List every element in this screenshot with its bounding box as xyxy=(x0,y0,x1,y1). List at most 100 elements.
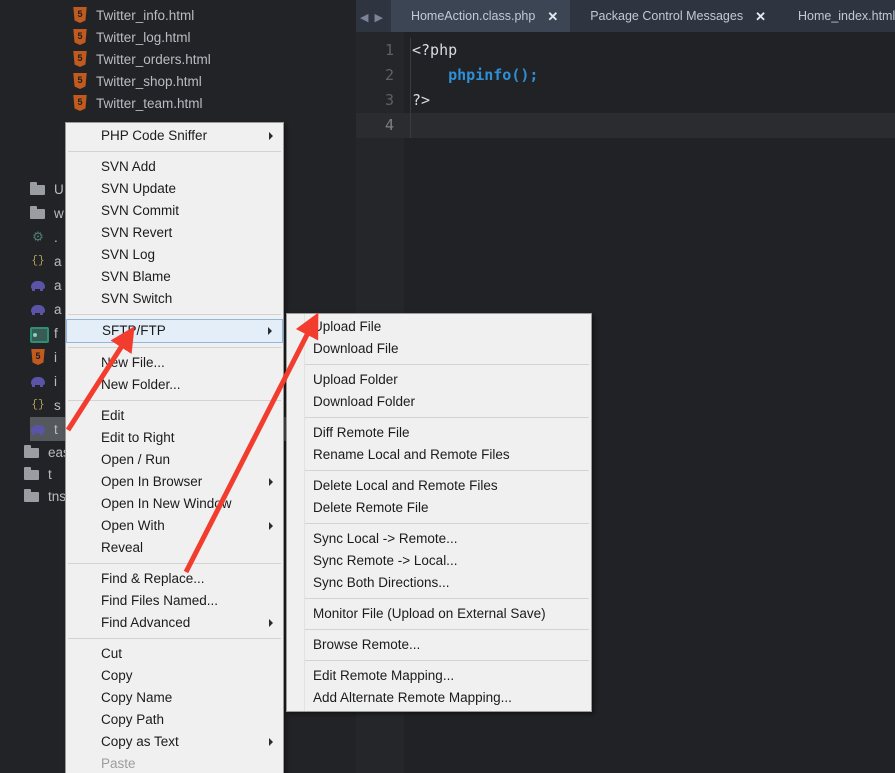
menu-item[interactable]: Open / Run xyxy=(66,449,283,471)
list-item[interactable]: Twitter_log.html xyxy=(72,26,356,48)
list-item[interactable]: Twitter_team.html xyxy=(72,92,356,114)
menu-item[interactable]: Reveal xyxy=(66,537,283,559)
menu-item-label: Rename Local and Remote Files xyxy=(313,447,510,462)
chevron-right-icon xyxy=(269,619,273,627)
editor-tabs[interactable]: HomeAction.class.php ✕ Package Control Mes… xyxy=(390,0,895,32)
editor-tab-bar[interactable]: ◀ ▶ HomeAction.class.php ✕ Package Control… xyxy=(356,0,895,32)
menu-item[interactable]: Download File xyxy=(287,338,591,360)
tab-close-icon[interactable]: ✕ xyxy=(755,10,766,23)
editor-tab[interactable]: Package Control Messages ✕ xyxy=(570,0,778,32)
menu-item-label: Copy Path xyxy=(101,712,165,727)
menu-item[interactable]: New File... xyxy=(66,352,283,374)
menu-item[interactable]: Open In Browser xyxy=(66,471,283,493)
menu-item[interactable]: SVN Commit xyxy=(66,200,283,222)
menu-item[interactable]: SVN Revert xyxy=(66,222,283,244)
menu-item-label: Copy Name xyxy=(101,690,173,705)
html5-icon xyxy=(73,7,87,23)
menu-item-label: Delete Local and Remote Files xyxy=(313,478,498,493)
menu-item[interactable]: Copy Name xyxy=(66,687,283,709)
code-line[interactable]: <?php xyxy=(404,38,895,63)
folder-icon xyxy=(30,205,46,221)
menu-item[interactable]: New Folder... xyxy=(66,374,283,396)
menu-item[interactable]: Find Advanced xyxy=(66,612,283,634)
sftp-ftp-submenu[interactable]: Upload File Download File Upload Folder Dow… xyxy=(286,313,592,712)
list-item[interactable]: Twitter_info.html xyxy=(72,4,356,26)
menu-item[interactable]: Upload File xyxy=(287,316,591,338)
menu-item-label: Upload Folder xyxy=(313,372,398,387)
menu-item[interactable]: Browse Remote... xyxy=(287,634,591,656)
tab-next-arrow-icon[interactable]: ▶ xyxy=(374,13,382,24)
menu-item[interactable]: Monitor File (Upload on External Save) xyxy=(287,603,591,625)
file-name-label: s xyxy=(54,397,61,413)
tab-label: Home_index.html xyxy=(797,9,895,23)
menu-item[interactable]: Edit to Right xyxy=(66,427,283,449)
context-menu[interactable]: PHP Code Sniffer SVN Add SVN Update SVN Com… xyxy=(65,122,284,773)
php-icon xyxy=(30,421,46,437)
menu-item[interactable]: Upload Folder xyxy=(287,369,591,391)
folder-icon xyxy=(24,466,40,482)
menu-item[interactable]: Find Files Named... xyxy=(66,590,283,612)
chevron-right-icon xyxy=(269,738,273,746)
menu-item[interactable]: Open In New Window xyxy=(66,493,283,515)
menu-separator xyxy=(68,563,281,564)
menu-item-label: Upload File xyxy=(313,319,382,334)
menu-item[interactable]: SVN Add xyxy=(66,156,283,178)
menu-item-label: Edit xyxy=(101,408,125,423)
menu-item-label: New File... xyxy=(101,355,165,370)
menu-separator xyxy=(289,598,589,599)
gear-icon: ⚙ xyxy=(32,229,44,244)
menu-item[interactable]: Sync Remote -> Local... xyxy=(287,550,591,572)
menu-item[interactable]: Copy xyxy=(66,665,283,687)
file-name-label: a xyxy=(54,301,62,317)
menu-item[interactable]: Copy Path xyxy=(66,709,283,731)
menu-item[interactable]: SVN Log xyxy=(66,244,283,266)
menu-item[interactable]: Add Alternate Remote Mapping... xyxy=(287,687,591,709)
menu-item[interactable]: PHP Code Sniffer xyxy=(66,125,283,147)
menu-item[interactable]: Copy as Text xyxy=(66,731,283,753)
menu-item[interactable]: SFTP/FTP xyxy=(66,319,283,343)
menu-item[interactable]: Sync Local -> Remote... xyxy=(287,528,591,550)
menu-item[interactable]: SVN Switch xyxy=(66,288,283,310)
menu-item[interactable]: Rename Local and Remote Files xyxy=(287,444,591,466)
chevron-right-icon xyxy=(268,327,272,335)
editor-tab[interactable]: HomeAction.class.php ✕ xyxy=(390,0,571,32)
list-item[interactable]: Twitter_orders.html xyxy=(72,48,356,70)
image-icon xyxy=(30,325,49,343)
json-icon: {} xyxy=(31,255,45,267)
code-line[interactable]: phpinfo(); xyxy=(404,63,895,88)
menu-item[interactable]: Find & Replace... xyxy=(66,568,283,590)
menu-item[interactable]: Download Folder xyxy=(287,391,591,413)
code-line[interactable]: ?> xyxy=(404,88,895,113)
menu-item-label: Paste xyxy=(101,756,136,771)
menu-item[interactable]: SVN Update xyxy=(66,178,283,200)
code-token: phpinfo(); xyxy=(448,66,539,84)
menu-item-label: Download Folder xyxy=(313,394,416,409)
tab-nav-arrows[interactable]: ◀ ▶ xyxy=(356,13,391,32)
menu-item[interactable]: Delete Local and Remote Files xyxy=(287,475,591,497)
menu-item[interactable]: Cut xyxy=(66,643,283,665)
menu-item[interactable]: Edit Remote Mapping... xyxy=(287,665,591,687)
file-name-label: a xyxy=(54,253,62,269)
line-number: 3 xyxy=(384,91,394,109)
file-name-label: i xyxy=(54,349,57,365)
code-token: ?> xyxy=(412,91,431,109)
code-line[interactable] xyxy=(404,113,895,138)
menu-item-label: SFTP/FTP xyxy=(102,323,166,338)
code-token: <?php xyxy=(412,41,458,59)
menu-item[interactable]: Open With xyxy=(66,515,283,537)
chevron-right-icon xyxy=(269,132,273,140)
tab-close-icon[interactable]: ✕ xyxy=(547,10,558,23)
menu-item[interactable]: Sync Both Directions... xyxy=(287,572,591,594)
sidebar-top-files: Twitter_info.html Twitter_log.html Twitter… xyxy=(0,0,356,114)
menu-item[interactable]: Delete Remote File xyxy=(287,497,591,519)
menu-item-label: Find & Replace... xyxy=(101,571,205,586)
list-item[interactable]: Twitter_shop.html xyxy=(72,70,356,92)
tab-prev-arrow-icon[interactable]: ◀ xyxy=(360,13,368,24)
editor-tab[interactable]: Home_index.html✕ xyxy=(778,0,895,32)
menu-separator xyxy=(68,314,281,315)
menu-item[interactable]: Diff Remote File xyxy=(287,422,591,444)
menu-separator xyxy=(289,523,589,524)
menu-item-label: SVN Commit xyxy=(101,203,180,218)
menu-item[interactable]: Edit xyxy=(66,405,283,427)
menu-item[interactable]: SVN Blame xyxy=(66,266,283,288)
